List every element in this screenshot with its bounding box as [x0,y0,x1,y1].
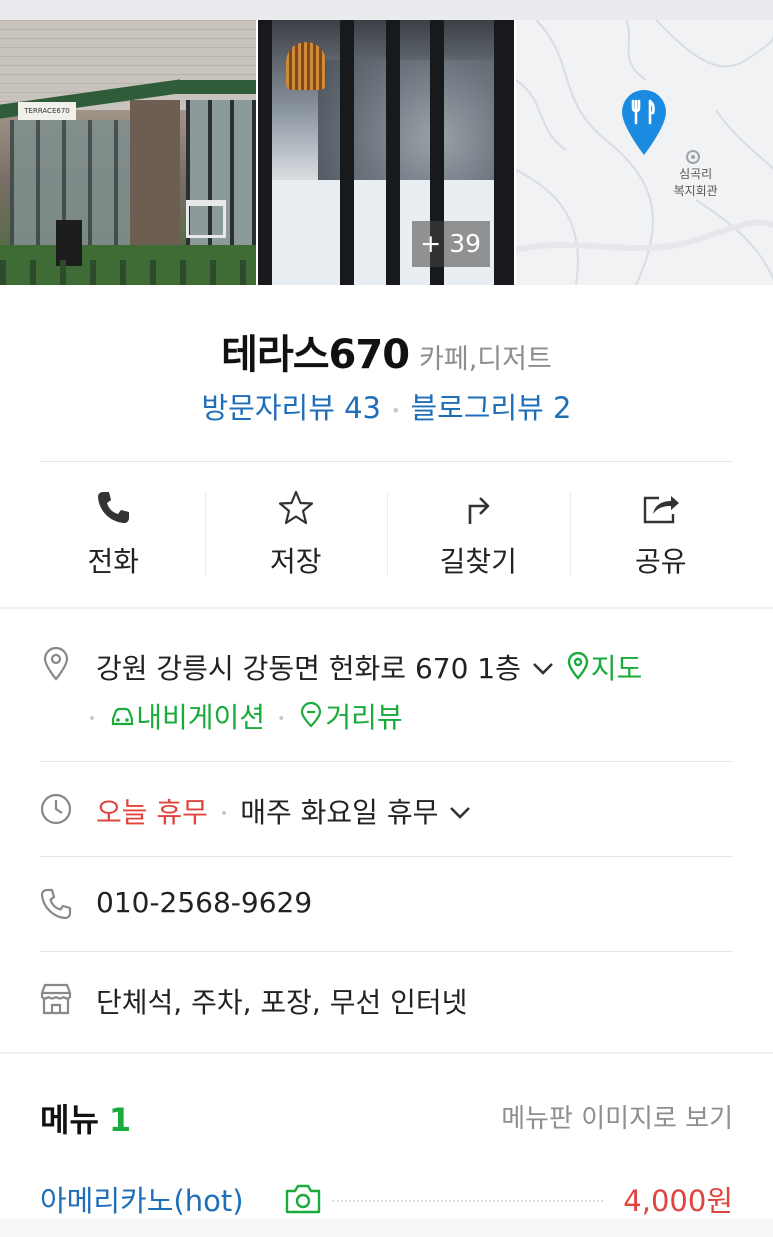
green-awning-right [176,80,257,94]
phone-outline-icon [40,888,72,920]
divider [40,461,733,462]
price-leader-dots [332,1200,603,1202]
map-link[interactable]: 지도 [565,652,643,685]
navigation-link-label: 내비게이션 [136,701,266,734]
map-pin-icon [567,652,588,680]
menu-item[interactable]: 아메리카노(hot) 4,000원 [40,1178,733,1222]
star-icon [278,490,313,525]
chevron-down-icon[interactable] [447,802,473,824]
separator-dot: • [219,806,229,822]
location-pin-icon [43,646,69,681]
call-label: 전화 [87,545,140,578]
menu-item-price: 4,000원 [623,1184,733,1218]
address-text: 강원 강릉시 강동면 헌화로 670 1층 [96,652,521,685]
phone-number[interactable]: 010-2568-9629 [96,886,312,919]
divider [40,761,733,762]
camera-icon[interactable] [284,1183,322,1215]
bottom-fade [0,1218,773,1237]
hours-status: 오늘 휴무 [96,796,208,829]
review-links: 방문자리뷰 43 • 블로그리뷰 2 [0,385,773,427]
menu-item-name: 아메리카노(hot) [40,1184,244,1218]
window-frame [258,20,273,285]
location-map-thumbnail[interactable]: 심곡리 복지회관 [515,20,773,285]
place-category: 카페,디저트 [419,344,552,375]
separator-dot: • [277,711,286,727]
window-view-photo[interactable]: + 39 [258,20,514,285]
storefront-sign: TERRACE670 [18,102,76,120]
pendant-lamp [286,42,327,90]
map-landmark-text: 심곡리 복지회관 [673,167,718,198]
address-links-row: • 내비게이션 • 거리뷰 [88,696,403,736]
share-icon [643,496,679,524]
phone-icon [98,492,130,523]
directions-button[interactable]: 길찾기 [387,480,570,590]
streetview-icon [301,701,322,728]
hours-detail: 매주 화요일 휴무 [240,796,439,829]
call-button[interactable]: 전화 [22,480,205,590]
navigation-link[interactable]: 내비게이션 [108,701,265,734]
top-status-strip [0,0,773,20]
share-button[interactable]: 공유 [569,480,753,590]
restaurant-pin-icon [621,90,666,155]
patio-chair [186,200,226,238]
more-photos-count[interactable]: + 39 [411,221,490,267]
map-landmark-label: 심곡리 복지회관 [666,166,726,200]
action-bar: 전화 저장 길찾기 공유 [22,480,752,590]
menu-count: 1 [108,1101,132,1139]
chevron-down-icon[interactable] [530,658,556,680]
share-label: 공유 [634,545,687,578]
separator-dot: • [88,711,97,727]
window-frame [494,20,514,285]
wood-railing [0,260,257,285]
directions-icon [468,497,490,524]
divider [40,856,733,857]
amenities-text: 단체석, 주차, 포장, 무선 인터넷 [96,986,468,1019]
clock-icon [40,793,72,825]
landmark-dot-icon [685,150,700,164]
storefront-photo[interactable]: TERRACE670 [0,20,257,285]
window-frame [386,20,401,285]
separator-dot: • [391,400,401,420]
directions-label: 길찾기 [439,545,517,578]
menu-heading: 메뉴 1 [40,1095,131,1141]
section-divider [0,1052,773,1054]
save-button[interactable]: 저장 [204,480,388,590]
save-label: 저장 [269,545,322,578]
place-title-row: 테라스670 카페,디저트 [0,322,773,380]
menu-board-link[interactable]: 메뉴판 이미지로 보기 [501,1098,733,1135]
map-link-label: 지도 [590,652,643,685]
streetview-link[interactable]: 거리뷰 [297,701,403,734]
hours-row[interactable]: 오늘 휴무 • 매주 화요일 휴무 [96,791,473,831]
place-name: 테라스670 [221,332,410,378]
menu-title: 메뉴 [40,1101,99,1139]
streetview-link-label: 거리뷰 [325,701,403,734]
visitor-reviews-link[interactable]: 방문자리뷰 43 [201,391,381,425]
divider [40,951,733,952]
car-icon [112,707,134,726]
photo-gallery: TERRACE670 + 39 심곡리 복지회관 [0,20,773,285]
store-icon [40,983,72,1015]
window-frame [340,20,355,285]
address-row: 강원 강릉시 강동면 헌화로 670 1층 지도 [96,647,642,687]
blog-reviews-link[interactable]: 블로그리뷰 2 [410,391,571,425]
section-divider [0,607,773,609]
